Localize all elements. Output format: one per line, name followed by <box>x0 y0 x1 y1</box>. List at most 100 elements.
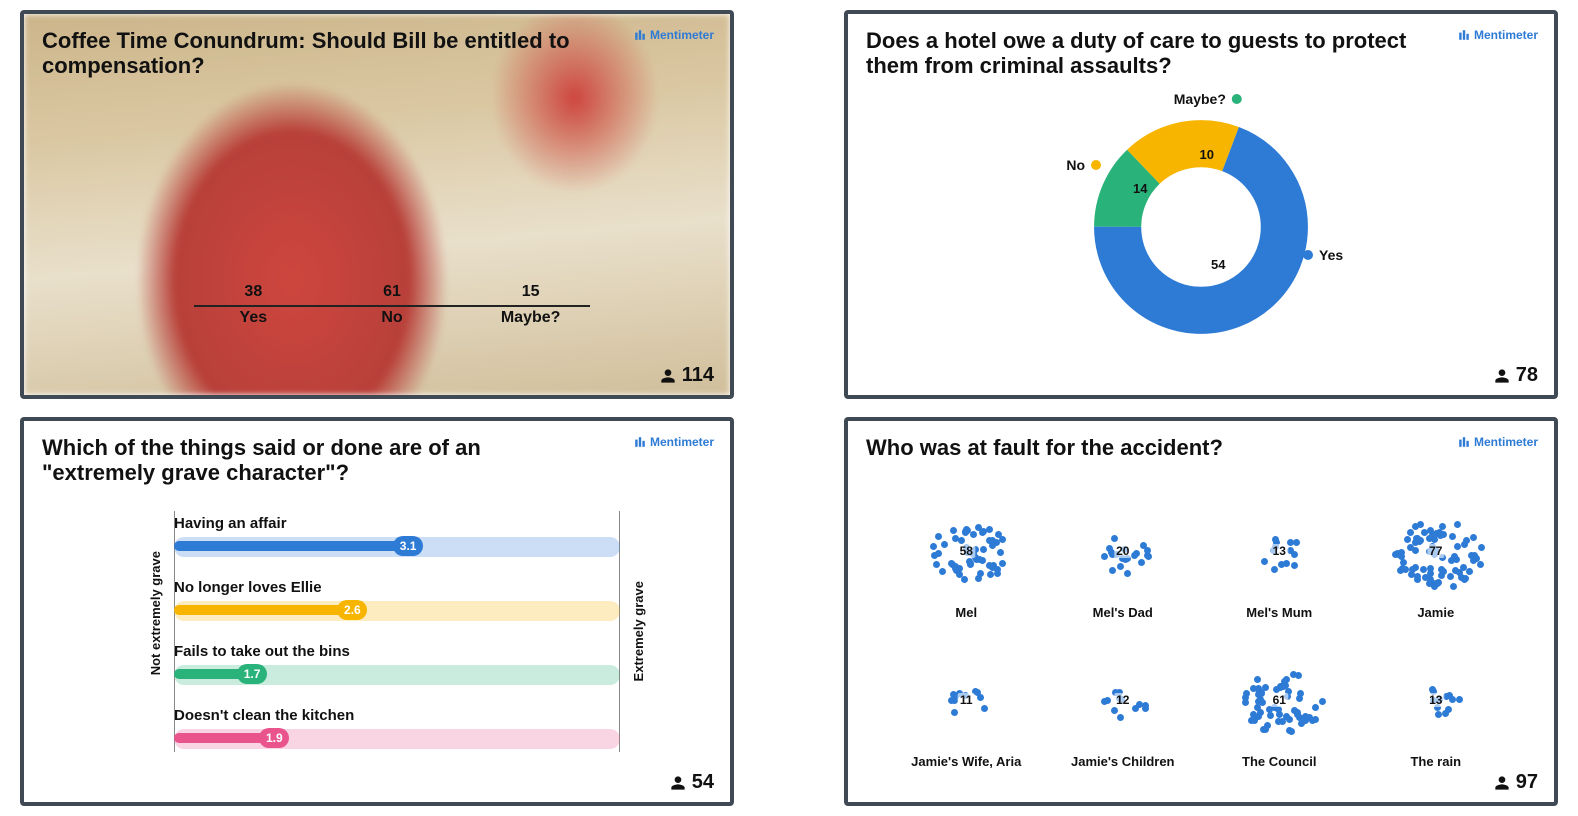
x-axis <box>194 305 590 307</box>
scale-row: No longer loves Ellie 2.6 <box>174 575 620 631</box>
scale-bar <box>174 541 408 551</box>
respondent-count: 54 <box>670 771 714 794</box>
cluster-label: Mel's Mum <box>1246 605 1312 620</box>
brand-icon <box>634 29 646 41</box>
cluster-dots: 61 <box>1214 650 1344 750</box>
cluster-label: The rain <box>1410 754 1461 769</box>
cluster-label: Jamie's Children <box>1071 754 1175 769</box>
scale-row: Having an affair 3.1 <box>174 511 620 567</box>
scale-value-knob: 3.1 <box>393 536 423 556</box>
cluster-dots: 77 <box>1371 501 1501 601</box>
scale-value-knob: 2.6 <box>337 600 367 620</box>
respondent-number: 114 <box>682 364 714 387</box>
slide-title: Coffee Time Conundrum: Should Bill be en… <box>42 28 590 79</box>
donut-label-yes: Yes <box>1303 247 1343 263</box>
bar-value: 38 <box>205 283 301 301</box>
cluster-dots: 13 <box>1214 501 1344 601</box>
cluster-dots: 58 <box>901 501 1031 601</box>
respondent-number: 54 <box>692 771 714 794</box>
scale-left-label: Not extremely grave <box>148 551 163 675</box>
scale-row: Fails to take out the bins 1.7 <box>174 639 620 695</box>
cluster-value: 77 <box>1427 544 1444 558</box>
bar-value: 15 <box>483 283 579 301</box>
cluster-value: 13 <box>1427 693 1444 707</box>
donut-chart: Maybe?NoYes 101454 <box>1091 117 1311 337</box>
mentimeter-brand: Mentimeter <box>634 28 714 42</box>
cluster-label: Mel <box>955 605 977 620</box>
cluster-label: Mel's Dad <box>1093 605 1153 620</box>
slide-coffee-bar: Coffee Time Conundrum: Should Bill be en… <box>20 10 734 399</box>
donut-value: 14 <box>1133 181 1147 196</box>
slide-title: Who was at fault for the accident? <box>866 435 1394 460</box>
scale-item-label: Doesn't clean the kitchen <box>174 707 354 724</box>
scale-bar <box>174 605 352 615</box>
scale-item-label: No longer loves Ellie <box>174 579 322 596</box>
cluster-value: 11 <box>958 693 975 707</box>
slide-grave-scales: Which of the things said or done are of … <box>20 417 734 806</box>
cluster-dots: 20 <box>1058 501 1188 601</box>
brand-text: Mentimeter <box>1474 435 1538 449</box>
brand-text: Mentimeter <box>650 435 714 449</box>
cluster-value: 58 <box>958 544 975 558</box>
respondent-count: 97 <box>1494 771 1538 794</box>
person-icon <box>1494 368 1510 384</box>
cluster-jamie: 77 Jamie <box>1358 501 1515 620</box>
cluster-dots: 11 <box>901 650 1031 750</box>
slide-fault-clusters: Who was at fault for the accident? Menti… <box>844 417 1558 806</box>
brand-text: Mentimeter <box>1474 28 1538 42</box>
brand-icon <box>1458 436 1470 448</box>
respondent-number: 97 <box>1516 771 1538 794</box>
slide-title: Which of the things said or done are of … <box>42 435 590 486</box>
bar-label: Maybe? <box>483 309 579 335</box>
bar-chart: 38 61 15 Yes No Maybe? <box>194 94 590 335</box>
cluster-melsmum: 13 Mel's Mum <box>1201 501 1358 620</box>
mentimeter-brand: Mentimeter <box>634 435 714 449</box>
cluster-value: 13 <box>1271 544 1288 558</box>
scale-item-label: Having an affair <box>174 515 287 532</box>
scale-row: Doesn't clean the kitchen 1.9 <box>174 703 620 759</box>
cluster-mel: 58 Mel <box>888 501 1045 620</box>
cluster-jamieschildren: 12 Jamie's Children <box>1045 650 1202 769</box>
cluster-value: 12 <box>1114 693 1131 707</box>
bar-value: 61 <box>344 283 440 301</box>
legend-dot <box>1091 160 1101 170</box>
brand-icon <box>1458 29 1470 41</box>
cluster-label: The Council <box>1242 754 1316 769</box>
brand-icon <box>634 436 646 448</box>
donut-value: 54 <box>1211 257 1225 272</box>
respondent-number: 78 <box>1516 364 1538 387</box>
cluster-thecouncil: 61 The Council <box>1201 650 1358 769</box>
cluster-melsdad: 20 Mel's Dad <box>1045 501 1202 620</box>
legend-dot <box>1232 94 1242 104</box>
cluster-label: Jamie's Wife, Aria <box>911 754 1021 769</box>
scale-item-label: Fails to take out the bins <box>174 643 350 660</box>
mentimeter-brand: Mentimeter <box>1458 28 1538 42</box>
mentimeter-brand: Mentimeter <box>1458 435 1538 449</box>
bar-label: No <box>344 309 440 335</box>
cluster-value: 61 <box>1271 693 1288 707</box>
brand-text: Mentimeter <box>650 28 714 42</box>
cluster-jamieswifearia: 11 Jamie's Wife, Aria <box>888 650 1045 769</box>
legend-dot <box>1303 250 1313 260</box>
respondent-count: 114 <box>660 364 714 387</box>
cluster-therain: 13 The rain <box>1358 650 1515 769</box>
cluster-label: Jamie <box>1417 605 1454 620</box>
scale-chart: Not extremely grave Extremely grave Havi… <box>174 511 620 752</box>
donut-label-no: No <box>1066 157 1101 173</box>
cluster-grid: 58Mel20Mel's Dad13Mel's Mum77Jamie11Jami… <box>888 501 1514 752</box>
bar-label: Yes <box>205 309 301 335</box>
slide-title: Does a hotel owe a duty of care to guest… <box>866 28 1414 79</box>
donut-label-maybe: Maybe? <box>1174 91 1242 107</box>
cluster-dots: 12 <box>1058 650 1188 750</box>
donut-value: 10 <box>1200 147 1214 162</box>
cluster-dots: 13 <box>1371 650 1501 750</box>
person-icon <box>660 368 676 384</box>
scale-right-label: Extremely grave <box>631 581 646 681</box>
scale-value-knob: 1.7 <box>237 664 267 684</box>
person-icon <box>1494 775 1510 791</box>
respondent-count: 78 <box>1494 364 1538 387</box>
slide-hotel-donut: Does a hotel owe a duty of care to guest… <box>844 10 1558 399</box>
cluster-value: 20 <box>1114 544 1131 558</box>
scale-value-knob: 1.9 <box>259 728 289 748</box>
person-icon <box>670 775 686 791</box>
